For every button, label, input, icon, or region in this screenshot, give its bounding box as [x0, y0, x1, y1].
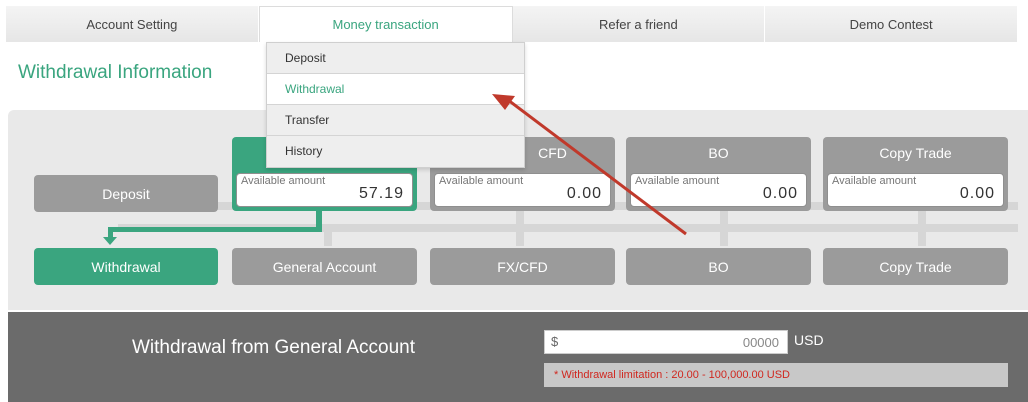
available-amount-label: Available amount — [635, 175, 720, 187]
tab-refer-a-friend[interactable]: Refer a friend — [512, 6, 766, 42]
available-amount-box: Available amount 0.00 — [827, 173, 1004, 207]
withdrawal-button-label: Withdrawal — [91, 258, 161, 275]
top-tab-bar: Account Setting Money transaction Refer … — [6, 6, 1018, 42]
money-transaction-dropdown: Deposit Withdrawal Transfer History — [266, 42, 525, 168]
withdraw-form-section: Withdrawal from General Account $ 00000 … — [8, 312, 1028, 402]
deposit-box-label: Deposit — [102, 185, 150, 202]
account-name: BO — [708, 145, 729, 161]
connector-line — [918, 210, 926, 246]
menu-item-transfer[interactable]: Transfer — [267, 105, 524, 136]
flow-connector — [108, 227, 322, 232]
copy-trade-button[interactable]: Copy Trade — [823, 248, 1008, 285]
available-amount-label: Available amount — [832, 175, 917, 187]
tab-demo-contest[interactable]: Demo Contest — [765, 6, 1018, 42]
bo-button[interactable]: BO — [626, 248, 811, 285]
deposit-box[interactable]: Deposit — [34, 175, 218, 212]
currency-unit: USD — [794, 332, 824, 348]
withdraw-form-title: Withdrawal from General Account — [132, 337, 416, 358]
available-amount-value: 0.00 — [959, 185, 995, 202]
general-account-button[interactable]: General Account — [232, 248, 417, 285]
withdraw-amount-input[interactable]: $ 00000 — [544, 330, 788, 354]
copy-trade-button-label: Copy Trade — [879, 258, 952, 275]
amount-value: 00000 — [742, 335, 779, 350]
available-amount-box: Available amount 0.00 — [434, 173, 611, 207]
general-account-button-label: General Account — [272, 258, 377, 275]
available-amount-label: Available amount — [241, 175, 326, 187]
available-amount-value: 0.00 — [566, 185, 602, 202]
available-amount-box: Available amount 0.00 — [630, 173, 807, 207]
copy-trade-account-card[interactable]: Copy Trade Available amount 0.00 — [823, 137, 1008, 211]
bo-account-card[interactable]: BO Available amount 0.00 — [626, 137, 811, 211]
available-amount-label: Available amount — [439, 175, 524, 187]
available-amount-box: Available amount 57.19 — [236, 173, 413, 207]
withdrawal-limit-note: * Withdrawal limitation : 20.00 - 100,00… — [544, 363, 1008, 387]
withdrawal-button[interactable]: Withdrawal — [34, 248, 218, 285]
tab-money-transaction[interactable]: Money transaction — [258, 6, 513, 42]
connector-line — [516, 210, 524, 246]
available-amount-value: 57.19 — [358, 185, 404, 202]
menu-item-history[interactable]: History — [267, 136, 524, 167]
page-title: Withdrawal Information — [18, 62, 213, 83]
fx-cfd-button-label: FX/CFD — [497, 258, 548, 275]
tab-account-setting[interactable]: Account Setting — [6, 6, 259, 42]
fx-cfd-button[interactable]: FX/CFD — [430, 248, 615, 285]
account-name: Copy Trade — [879, 145, 952, 161]
bo-button-label: BO — [708, 258, 729, 275]
currency-symbol: $ — [551, 334, 559, 349]
connector-line — [324, 224, 332, 246]
menu-item-deposit[interactable]: Deposit — [267, 43, 524, 74]
connector-line — [720, 210, 728, 246]
menu-item-withdrawal[interactable]: Withdrawal — [267, 74, 524, 105]
available-amount-value: 0.00 — [762, 185, 798, 202]
flow-arrow-head — [103, 237, 117, 245]
